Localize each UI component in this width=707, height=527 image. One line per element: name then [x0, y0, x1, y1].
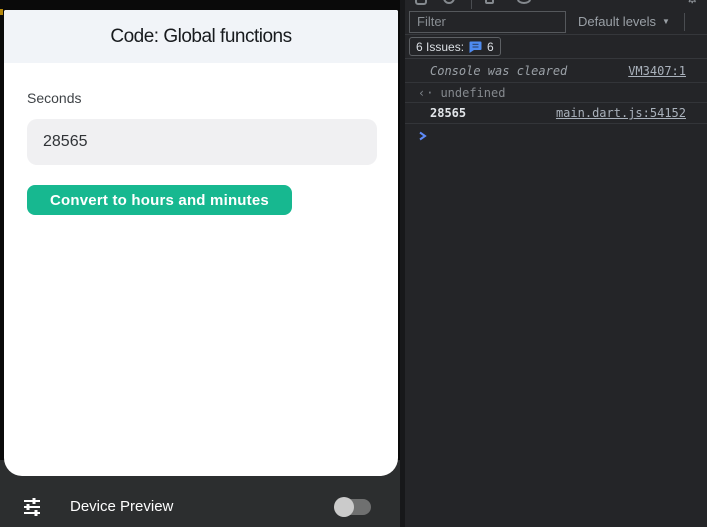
console-filter-input[interactable]: [409, 11, 566, 33]
device-preview-toggle[interactable]: [337, 499, 371, 515]
issues-label: 6 Issues:: [416, 40, 464, 54]
toolbar-divider: [471, 0, 472, 9]
result-value: undefined: [440, 86, 505, 100]
issues-count: 6: [487, 40, 494, 54]
device-preview-label: Device Preview: [70, 498, 173, 515]
console-row-log: 28565 main.dart.js:54152: [405, 103, 707, 124]
console-row-cleared: Console was cleared VM3407:1: [405, 59, 707, 83]
device-preview-pane: Code: Global functions Seconds Convert t…: [0, 0, 400, 527]
default-levels-label: Default levels: [578, 14, 656, 29]
issues-bubble-icon: [469, 41, 482, 53]
toggle-knob-icon: [334, 497, 354, 517]
filter-bar-icon[interactable]: [485, 0, 494, 4]
prompt-icon: [418, 131, 427, 141]
page-title: Code: Global functions: [110, 26, 291, 48]
convert-button[interactable]: Convert to hours and minutes: [27, 185, 292, 215]
clear-console-icon[interactable]: [443, 0, 455, 4]
seconds-label: Seconds: [27, 90, 377, 106]
console-cleared-text: Console was cleared: [430, 64, 567, 78]
issues-counter[interactable]: 6 Issues: 6: [409, 37, 501, 56]
chevron-down-icon: ▼: [662, 17, 670, 26]
tune-icon[interactable]: [20, 495, 44, 519]
console-filter-row: Default levels ▼: [405, 9, 707, 35]
device-preview-toolbar: Device Preview: [0, 486, 400, 527]
debug-banner-notch: [0, 9, 3, 15]
app-body: Seconds Convert to hours and minutes: [4, 63, 398, 215]
settings-gear-icon[interactable]: ⚙: [686, 0, 699, 6]
devtools-panel: ⚙ Default levels ▼ 6 Issues: 6 Console w…: [400, 0, 707, 527]
devtools-toolbar-cropped: ⚙: [405, 0, 707, 9]
issues-row: 6 Issues: 6: [405, 35, 707, 59]
app-window: Code: Global functions Seconds Convert t…: [4, 10, 398, 476]
source-link[interactable]: VM3407:1: [628, 64, 686, 78]
console-prompt-row[interactable]: [405, 124, 707, 147]
console-row-result: ‹· undefined: [405, 83, 707, 103]
default-levels-dropdown[interactable]: Default levels ▼: [578, 14, 670, 29]
source-link[interactable]: main.dart.js:54152: [556, 106, 686, 120]
return-value-icon: ‹·: [418, 86, 434, 100]
eye-icon[interactable]: [517, 0, 531, 4]
console-sidebar-icon[interactable]: [415, 0, 427, 5]
app-header: Code: Global functions: [4, 10, 398, 63]
toolbar-divider: [684, 13, 685, 31]
seconds-input[interactable]: [27, 119, 377, 165]
log-value: 28565: [430, 106, 466, 120]
